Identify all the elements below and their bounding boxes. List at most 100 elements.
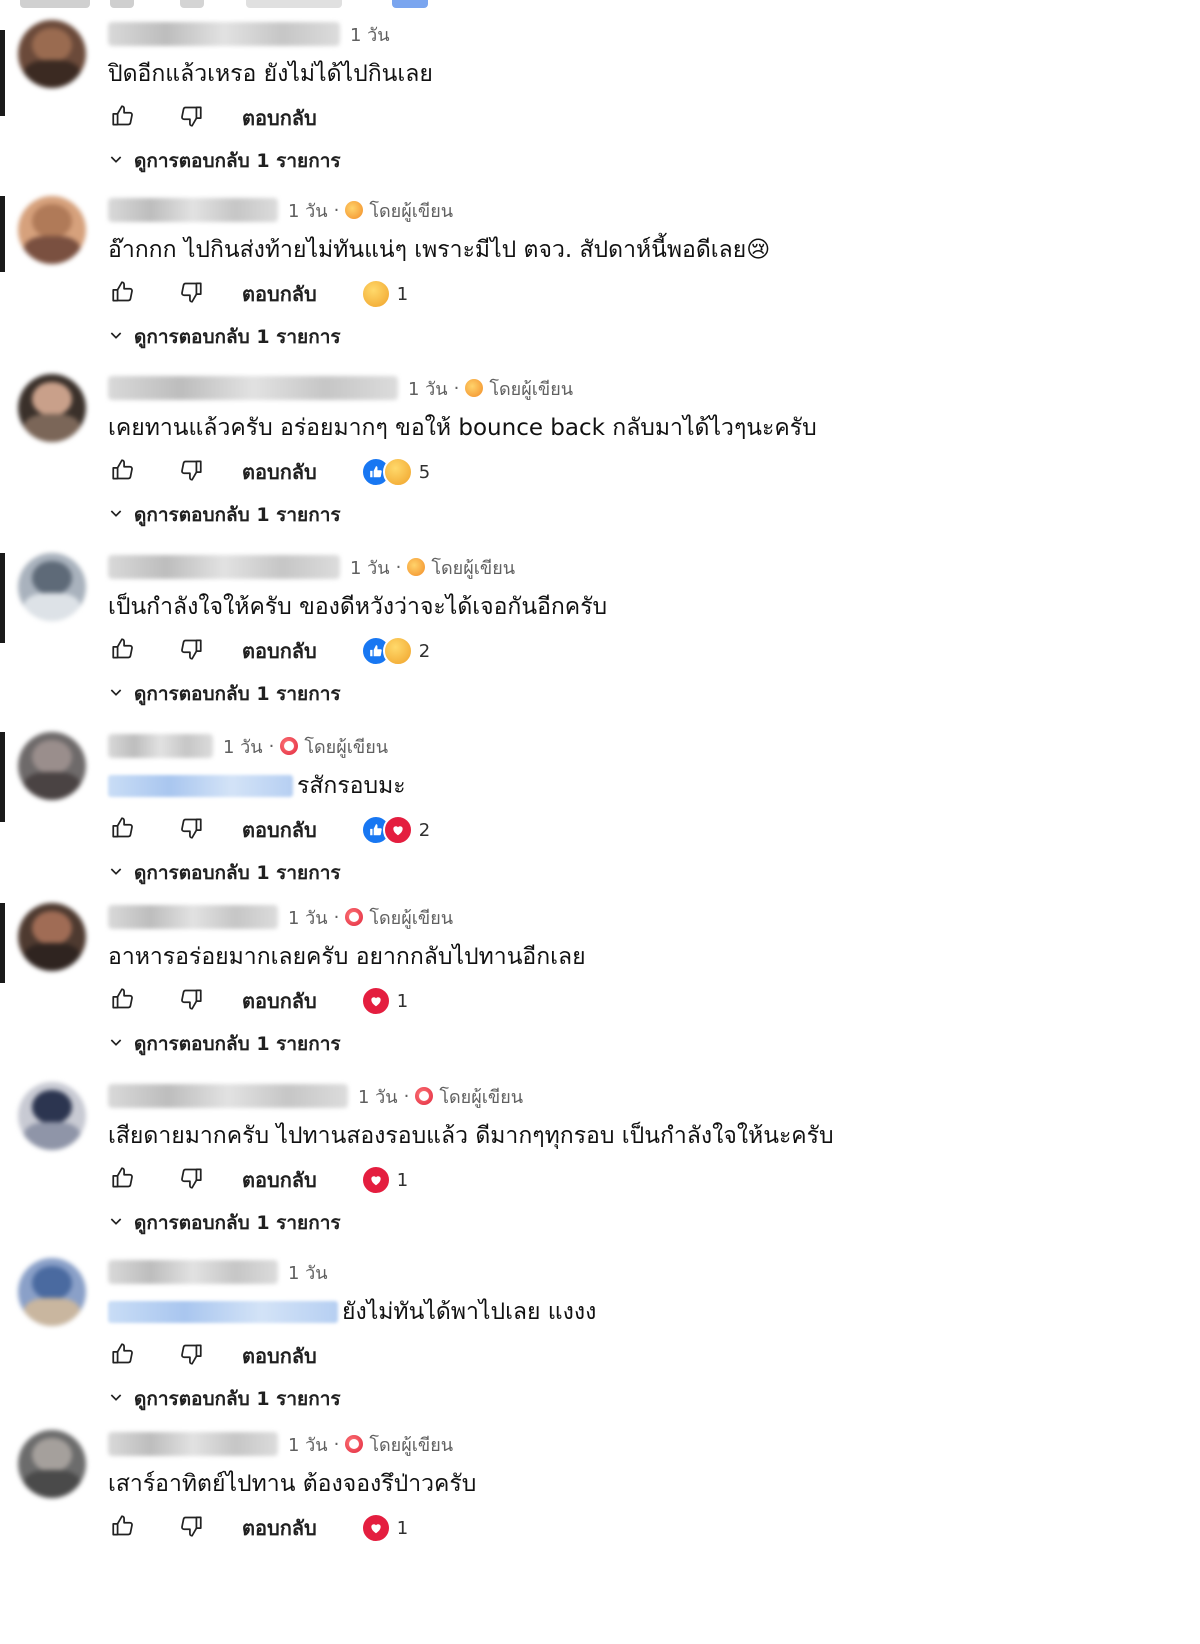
dislike-button[interactable] [176, 636, 206, 666]
author-name-redacted[interactable] [108, 1260, 278, 1284]
view-replies-label: ดูการตอบกลับ 1 รายการ [134, 326, 341, 348]
reactions[interactable]: 2 [360, 815, 430, 845]
timestamp[interactable]: 1 วัน [350, 553, 390, 582]
dislike-button[interactable] [176, 1341, 206, 1371]
chevron-down-icon [108, 1033, 124, 1055]
comment-text: เป็นกำลังใจให้ครับ ของดีหวังว่าจะได้เจอก… [108, 589, 607, 625]
thumbs-up-icon [110, 986, 136, 1016]
view-replies-button[interactable]: ดูการตอบกลับ 1 รายการ [108, 1208, 341, 1238]
comment-actions: ตอบกลับ 5 [108, 454, 430, 490]
timestamp[interactable]: 1 วัน [408, 374, 448, 403]
timestamp[interactable]: 1 วัน [288, 1258, 328, 1287]
thumbs-up-icon [110, 457, 136, 487]
thumbs-down-icon [178, 986, 204, 1016]
reply-button[interactable]: ตอบกลับ [242, 102, 317, 134]
dislike-button[interactable] [176, 986, 206, 1016]
reply-button[interactable]: ตอบกลับ [242, 635, 317, 667]
comment-meta: 1 วัน · โดยผู้เขียน [288, 196, 453, 225]
author-name-redacted[interactable] [108, 1432, 278, 1456]
thumbs-up-icon [110, 815, 136, 845]
comment: 1 วัน ปิดอีกแล้วเหรอ ยังไม่ได้ไปกินเลย ตอ… [0, 20, 1200, 185]
dislike-button[interactable] [176, 279, 206, 309]
like-button[interactable] [108, 815, 138, 845]
timestamp[interactable]: 1 วัน [288, 903, 328, 932]
dislike-button[interactable] [176, 457, 206, 487]
view-replies-button[interactable]: ดูการตอบกลับ 1 รายการ [108, 322, 341, 352]
dislike-button[interactable] [176, 1513, 206, 1543]
reactions[interactable]: 5 [360, 457, 430, 487]
avatar[interactable] [18, 20, 86, 88]
author-name-redacted[interactable] [108, 198, 278, 222]
author-name-redacted[interactable] [108, 734, 213, 758]
comment-header: 1 วัน · โดยผู้เขียน [108, 1082, 523, 1110]
author-heart-label: โดยผู้เขียน [439, 1086, 524, 1108]
avatar[interactable] [18, 1082, 86, 1150]
dislike-button[interactable] [176, 1165, 206, 1195]
author-name-redacted[interactable] [108, 555, 340, 579]
reply-button[interactable]: ตอบกลับ [242, 814, 317, 846]
avatar[interactable] [18, 1430, 86, 1498]
avatar[interactable] [18, 1258, 86, 1326]
author-name-redacted[interactable] [108, 905, 278, 929]
reactions[interactable]: 1 [360, 1165, 409, 1195]
hug-emoji-icon [465, 379, 484, 397]
comment-meta: 1 วัน · โดยผู้เขียน [288, 903, 453, 932]
reply-button[interactable]: ตอบกลับ [242, 1512, 317, 1544]
reactions[interactable]: 1 [360, 986, 408, 1016]
avatar[interactable] [18, 374, 86, 442]
author-name-redacted[interactable] [108, 376, 398, 400]
comment-meta: 1 วัน · โดยผู้เขียน [223, 732, 388, 761]
comment: 1 วัน ยังไม่ทันได้พาไปเลย แงงง ตอบกลับ ดู… [0, 1258, 1200, 1423]
comment-body: อ๊ากกก ไปกินส่งท้ายไม่ทันแน่ๆ เพราะมีไป … [108, 237, 771, 263]
comment-header: 1 วัน [108, 20, 390, 48]
view-replies-button[interactable]: ดูการตอบกลับ 1 รายการ [108, 146, 341, 176]
like-button[interactable] [108, 636, 138, 666]
reactions[interactable]: 1 [360, 279, 409, 309]
reply-button[interactable]: ตอบกลับ [242, 278, 317, 310]
reactions[interactable]: 2 [360, 636, 431, 666]
avatar[interactable] [18, 903, 86, 971]
avatar[interactable] [18, 196, 86, 264]
timestamp[interactable]: 1 วัน [223, 732, 263, 761]
comment: 1 วัน · โดยผู้เขียน อาหารอร่อยมากเลยครับ อ… [0, 903, 1200, 1068]
view-replies-button[interactable]: ดูการตอบกลับ 1 รายการ [108, 679, 341, 709]
comment-actions: ตอบกลับ [108, 1338, 317, 1374]
author-heart-label: โดยผู้เขียน [369, 907, 454, 929]
author-name-redacted[interactable] [108, 1084, 348, 1108]
timestamp[interactable]: 1 วัน [288, 196, 328, 225]
reaction-count: 1 [396, 1169, 409, 1191]
timestamp[interactable]: 1 วัน [358, 1082, 398, 1111]
chevron-down-icon [108, 326, 124, 348]
reply-button[interactable]: ตอบกลับ [242, 456, 317, 488]
like-button[interactable] [108, 103, 138, 133]
view-replies-button[interactable]: ดูการตอบกลับ 1 รายการ [108, 500, 341, 530]
timestamp[interactable]: 1 วัน [350, 20, 390, 49]
avatar[interactable] [18, 553, 86, 621]
heart-icon [345, 908, 364, 926]
mention-link-redacted[interactable] [108, 775, 293, 797]
reactions[interactable]: 1 [360, 1513, 408, 1543]
dislike-button[interactable] [176, 103, 206, 133]
reply-button[interactable]: ตอบกลับ [242, 1340, 317, 1372]
view-replies-button[interactable]: ดูการตอบกลับ 1 รายการ [108, 858, 341, 888]
view-replies-button[interactable]: ดูการตอบกลับ 1 รายการ [108, 1029, 341, 1059]
mention-link-redacted[interactable] [108, 1301, 338, 1323]
like-button[interactable] [108, 1513, 138, 1543]
comment-actions: ตอบกลับ [108, 100, 317, 136]
like-button[interactable] [108, 986, 138, 1016]
dislike-button[interactable] [176, 815, 206, 845]
comment-header: 1 วัน · โดยผู้เขียน [108, 374, 573, 402]
like-button[interactable] [108, 457, 138, 487]
reply-button[interactable]: ตอบกลับ [242, 985, 317, 1017]
timestamp[interactable]: 1 วัน [288, 1430, 328, 1459]
like-button[interactable] [108, 1341, 138, 1371]
like-button[interactable] [108, 1165, 138, 1195]
comment-header: 1 วัน · โดยผู้เขียน [108, 196, 453, 224]
like-button[interactable] [108, 279, 138, 309]
author-name-redacted[interactable] [108, 22, 340, 46]
view-replies-button[interactable]: ดูการตอบกลับ 1 รายการ [108, 1384, 341, 1414]
reply-button[interactable]: ตอบกลับ [242, 1164, 317, 1196]
reaction-count: 2 [418, 640, 431, 662]
reaction-count: 1 [396, 283, 409, 305]
avatar[interactable] [18, 732, 86, 800]
